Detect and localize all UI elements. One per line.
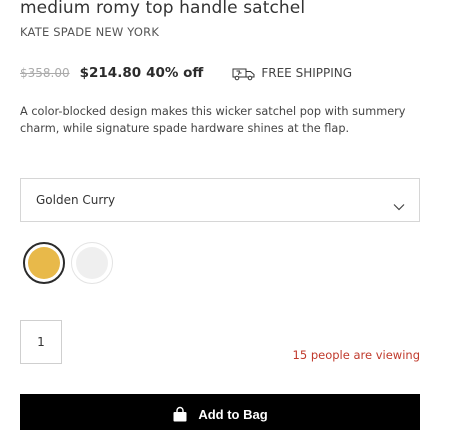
viewing-count: 15 — [292, 348, 308, 362]
shopping-bag-icon — [172, 406, 188, 422]
add-to-bag-button[interactable]: Add to Bag — [20, 394, 420, 430]
sale-price: $214.80 — [79, 65, 142, 81]
free-shipping-badge: FREE SHIPPING — [231, 66, 353, 81]
discount-label: 40% off — [146, 65, 204, 81]
product-title: medium romy top handle satchel — [20, 0, 306, 18]
color-swatch-white[interactable] — [71, 242, 113, 284]
truck-icon — [231, 66, 257, 81]
chevron-down-icon — [393, 196, 405, 211]
product-brand: KATE SPADE NEW YORK — [20, 25, 160, 39]
quantity-input[interactable]: 1 — [20, 320, 62, 364]
free-shipping-label: FREE SHIPPING — [261, 66, 353, 80]
add-to-bag-label: Add to Bag — [198, 406, 268, 422]
product-description: A color-blocked design makes this wicker… — [20, 105, 406, 135]
people-viewing-notice: 15 people are viewing — [293, 348, 420, 362]
color-select-value: Golden Curry — [36, 193, 116, 207]
swatch-fill — [76, 247, 108, 279]
product-detail-panel: medium romy top handle satchel KATE SPAD… — [0, 0, 449, 430]
price-row: $358.00 $214.80 40% off FREE SHIPPING — [20, 64, 352, 82]
viewing-label: people are viewing — [310, 348, 420, 362]
original-price: $358.00 — [20, 66, 70, 80]
swatch-fill — [28, 247, 60, 279]
color-select[interactable]: Golden Curry — [20, 178, 420, 222]
color-swatch-golden-curry[interactable] — [23, 242, 65, 284]
